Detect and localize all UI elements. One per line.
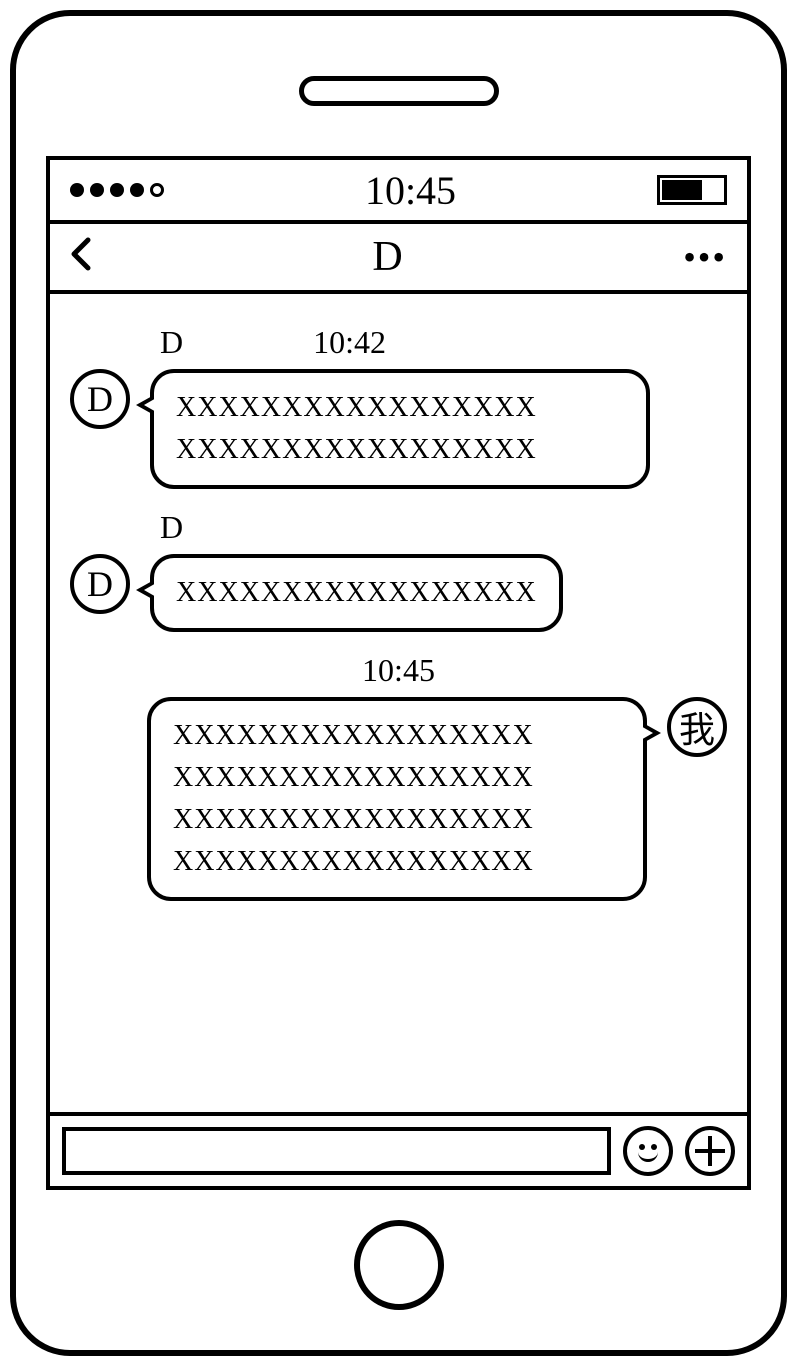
status-bar: 10:45	[50, 160, 747, 224]
phone-speaker	[299, 76, 499, 106]
message-timestamp: 10:45	[362, 652, 435, 688]
message-item: D D XXXXXXXXXXXXXXXXX	[70, 509, 727, 632]
message-row: D XXXXXXXXXXXXXXXXX XXXXXXXXXXXXXXXXX	[70, 369, 727, 489]
message-timestamp: 10:42	[313, 324, 386, 361]
chat-title: D	[372, 233, 402, 281]
nav-bar: D •••	[50, 224, 747, 294]
input-bar	[50, 1112, 747, 1186]
home-button[interactable]	[354, 1220, 444, 1310]
signal-dot-icon	[70, 183, 84, 197]
sender-avatar[interactable]: D	[70, 369, 130, 429]
emoji-button[interactable]	[623, 1126, 673, 1176]
sender-avatar[interactable]: D	[70, 554, 130, 614]
more-options-button[interactable]: •••	[683, 248, 727, 266]
phone-frame: 10:45 D ••• D 10:42 D	[10, 10, 787, 1356]
plus-icon	[708, 1136, 712, 1166]
signal-dot-icon	[130, 183, 144, 197]
chat-area[interactable]: D 10:42 D XXXXXXXXXXXXXXXXX XXXXXXXXXXXX…	[50, 294, 747, 1112]
message-bubble[interactable]: XXXXXXXXXXXXXXXXX XXXXXXXXXXXXXXXXX XXXX…	[147, 697, 647, 901]
smiley-icon	[627, 1130, 669, 1172]
message-bubble[interactable]: XXXXXXXXXXXXXXXXX	[150, 554, 563, 632]
signal-dot-icon	[90, 183, 104, 197]
signal-indicator	[70, 183, 164, 197]
message-item: D 10:42 D XXXXXXXXXXXXXXXXX XXXXXXXXXXXX…	[70, 324, 727, 489]
message-row: D XXXXXXXXXXXXXXXXX	[70, 554, 727, 632]
signal-dot-empty-icon	[150, 183, 164, 197]
add-button[interactable]	[685, 1126, 735, 1176]
message-header: D	[160, 509, 727, 546]
message-row: XXXXXXXXXXXXXXXXX XXXXXXXXXXXXXXXXX XXXX…	[70, 697, 727, 901]
sender-name: D	[160, 509, 183, 546]
chevron-left-icon	[70, 236, 92, 272]
sender-name: D	[160, 324, 183, 361]
message-input[interactable]	[62, 1127, 611, 1175]
status-time: 10:45	[365, 167, 456, 214]
message-header: 10:45	[70, 652, 727, 689]
message-bubble[interactable]: XXXXXXXXXXXXXXXXX XXXXXXXXXXXXXXXXX	[150, 369, 650, 489]
sender-avatar[interactable]: 我	[667, 697, 727, 757]
message-header: D 10:42	[160, 324, 727, 361]
back-button[interactable]	[70, 236, 92, 279]
battery-icon	[657, 175, 727, 205]
battery-fill	[662, 180, 702, 200]
signal-dot-icon	[110, 183, 124, 197]
screen: 10:45 D ••• D 10:42 D	[46, 156, 751, 1190]
message-item: 10:45 XXXXXXXXXXXXXXXXX XXXXXXXXXXXXXXXX…	[70, 652, 727, 901]
